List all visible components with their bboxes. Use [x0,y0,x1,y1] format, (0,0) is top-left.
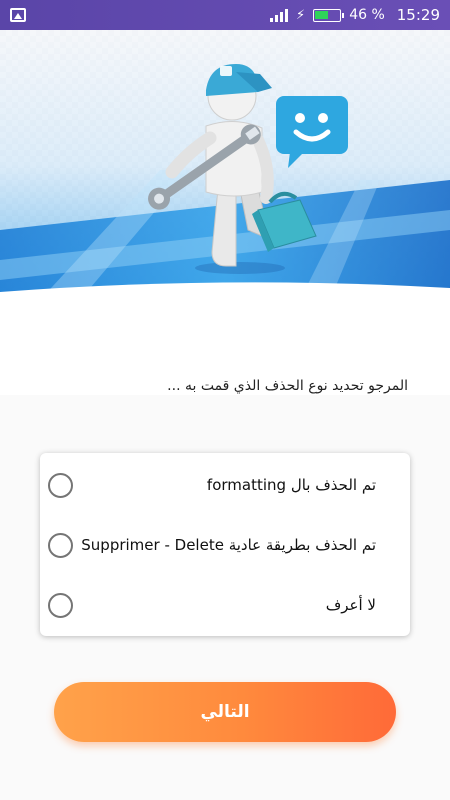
radio-button[interactable] [48,472,73,498]
option-label: تم الحذف بال formatting [206,476,376,494]
battery-icon [313,8,345,22]
charging-icon: ⚡ [296,7,306,23]
radio-button[interactable] [48,592,73,618]
options-card: تم الحذف بال formatting تم الحذف بطريقة … [40,453,410,636]
battery-percent: 46 % [349,7,385,23]
option-dont-know[interactable]: لا أعرف [40,585,410,625]
status-bar: ⚡ 46 % 15:29 [0,0,450,30]
signal-strength-icon [270,8,289,22]
gallery-notification-icon [10,8,26,22]
hero-illustration [0,30,450,310]
option-label: تم الحذف بطريقة عادية Supprimer - Delete [81,536,376,554]
next-button[interactable]: التالي [54,682,396,742]
clock-time: 15:29 [396,6,440,24]
question-prompt: المرجو تحديد نوع الحذف الذي قمت به ... [167,378,408,394]
option-normal-delete[interactable]: تم الحذف بطريقة عادية Supprimer - Delete [40,525,410,565]
option-label: لا أعرف [325,596,376,614]
radio-button[interactable] [48,532,73,558]
option-formatting[interactable]: تم الحذف بال formatting [40,465,410,505]
